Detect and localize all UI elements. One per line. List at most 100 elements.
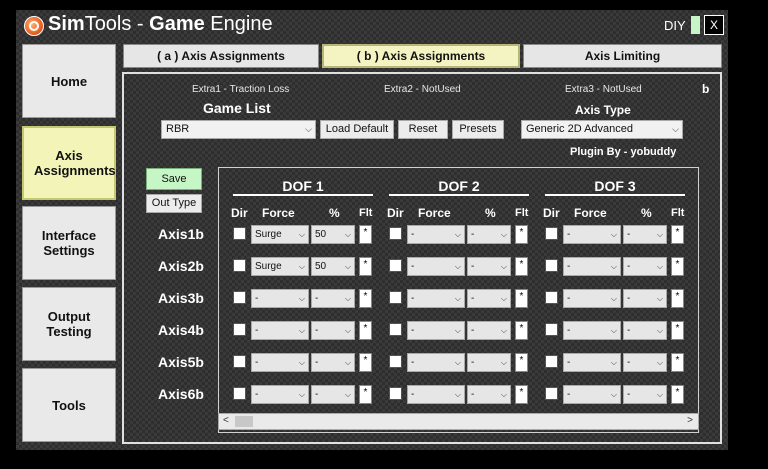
load-default-button[interactable]: Load Default bbox=[320, 120, 394, 139]
dir-checkbox[interactable] bbox=[545, 291, 558, 304]
filter-button[interactable]: * bbox=[515, 289, 528, 308]
dir-checkbox[interactable] bbox=[389, 259, 402, 272]
scroll-left-arrow-icon[interactable]: < bbox=[223, 415, 229, 426]
tab-axis-assignments-b[interactable]: ( b ) Axis Assignments bbox=[322, 44, 520, 68]
filter-button[interactable]: * bbox=[359, 321, 372, 340]
force-select[interactable]: - ⌵ bbox=[251, 289, 309, 308]
force-select[interactable]: - ⌵ bbox=[563, 289, 621, 308]
filter-button[interactable]: * bbox=[671, 257, 684, 276]
force-select[interactable]: - ⌵ bbox=[407, 289, 465, 308]
axis-type-select[interactable]: Generic 2D Advanced ⌵ bbox=[521, 120, 683, 139]
filter-button[interactable]: * bbox=[359, 353, 372, 372]
percent-select[interactable]: - ⌵ bbox=[623, 385, 667, 404]
chevron-down-icon: ⌵ bbox=[656, 358, 663, 367]
force-select[interactable]: Surge ⌵ bbox=[251, 257, 309, 276]
nav-axis-assignments-button[interactable]: Axis Assignments bbox=[22, 126, 116, 200]
filter-button[interactable]: * bbox=[671, 385, 684, 404]
filter-button[interactable]: * bbox=[671, 225, 684, 244]
force-select[interactable]: - ⌵ bbox=[407, 385, 465, 404]
percent-select[interactable]: - ⌵ bbox=[623, 353, 667, 372]
chevron-down-icon: ⌵ bbox=[344, 358, 351, 367]
scroll-thumb[interactable] bbox=[235, 416, 253, 427]
percent-select[interactable]: - ⌵ bbox=[623, 257, 667, 276]
save-button[interactable]: Save bbox=[146, 168, 202, 190]
percent-value: - bbox=[471, 325, 475, 336]
dir-checkbox[interactable] bbox=[389, 323, 402, 336]
out-type-button[interactable]: Out Type bbox=[146, 194, 202, 213]
force-select[interactable]: - ⌵ bbox=[251, 353, 309, 372]
percent-select[interactable]: - ⌵ bbox=[311, 321, 355, 340]
percent-select[interactable]: - ⌵ bbox=[623, 289, 667, 308]
percent-select[interactable]: 50 ⌵ bbox=[311, 257, 355, 276]
percent-select[interactable]: - ⌵ bbox=[467, 289, 511, 308]
filter-button[interactable]: * bbox=[359, 257, 372, 276]
dir-checkbox[interactable] bbox=[233, 259, 246, 272]
filter-button[interactable]: * bbox=[515, 385, 528, 404]
filter-button[interactable]: * bbox=[359, 385, 372, 404]
reset-button[interactable]: Reset bbox=[398, 120, 448, 139]
dir-checkbox[interactable] bbox=[545, 355, 558, 368]
dir-checkbox[interactable] bbox=[233, 355, 246, 368]
filter-button[interactable]: * bbox=[515, 321, 528, 340]
percent-select[interactable]: - ⌵ bbox=[467, 225, 511, 244]
dir-checkbox[interactable] bbox=[389, 387, 402, 400]
filter-button[interactable]: * bbox=[515, 257, 528, 276]
scroll-right-arrow-icon[interactable]: > bbox=[687, 415, 693, 426]
percent-select[interactable]: 50 ⌵ bbox=[311, 225, 355, 244]
percent-select[interactable]: - ⌵ bbox=[467, 321, 511, 340]
dir-checkbox[interactable] bbox=[545, 259, 558, 272]
dir-checkbox[interactable] bbox=[389, 355, 402, 368]
force-select[interactable]: - ⌵ bbox=[251, 385, 309, 404]
force-select[interactable]: - ⌵ bbox=[407, 321, 465, 340]
filter-button[interactable]: * bbox=[515, 225, 528, 244]
force-select[interactable]: - ⌵ bbox=[251, 321, 309, 340]
chevron-down-icon: ⌵ bbox=[610, 326, 617, 335]
force-select[interactable]: - ⌵ bbox=[563, 321, 621, 340]
dir-checkbox[interactable] bbox=[389, 291, 402, 304]
percent-select[interactable]: - ⌵ bbox=[467, 257, 511, 276]
force-select[interactable]: - ⌵ bbox=[563, 225, 621, 244]
percent-value: - bbox=[627, 389, 631, 400]
force-value: - bbox=[567, 325, 571, 336]
dir-checkbox[interactable] bbox=[233, 323, 246, 336]
filter-button[interactable]: * bbox=[359, 289, 372, 308]
chevron-down-icon: ⌵ bbox=[454, 358, 461, 367]
horizontal-scrollbar[interactable]: < > bbox=[218, 413, 699, 430]
nav-home-button[interactable]: Home bbox=[22, 44, 116, 118]
filter-button[interactable]: * bbox=[671, 289, 684, 308]
dir-checkbox[interactable] bbox=[545, 227, 558, 240]
percent-select[interactable]: - ⌵ bbox=[623, 225, 667, 244]
percent-select[interactable]: - ⌵ bbox=[311, 385, 355, 404]
dir-checkbox[interactable] bbox=[233, 227, 246, 240]
nav-output-testing-button[interactable]: Output Testing bbox=[22, 287, 116, 361]
percent-select[interactable]: - ⌵ bbox=[311, 353, 355, 372]
dir-checkbox[interactable] bbox=[233, 387, 246, 400]
tab-axis-limiting[interactable]: Axis Limiting bbox=[523, 44, 722, 68]
presets-button[interactable]: Presets bbox=[452, 120, 504, 139]
dir-checkbox[interactable] bbox=[233, 291, 246, 304]
dir-header: Dir bbox=[231, 206, 248, 220]
filter-button[interactable]: * bbox=[671, 321, 684, 340]
nav-interface-settings-button[interactable]: Interface Settings bbox=[22, 206, 116, 280]
game-list-select[interactable]: RBR ⌵ bbox=[161, 120, 316, 139]
percent-select[interactable]: - ⌵ bbox=[623, 321, 667, 340]
dir-checkbox[interactable] bbox=[389, 227, 402, 240]
force-select[interactable]: - ⌵ bbox=[563, 353, 621, 372]
force-select[interactable]: - ⌵ bbox=[407, 257, 465, 276]
percent-select[interactable]: - ⌵ bbox=[467, 385, 511, 404]
percent-select[interactable]: - ⌵ bbox=[467, 353, 511, 372]
filter-button[interactable]: * bbox=[515, 353, 528, 372]
filter-button[interactable]: * bbox=[671, 353, 684, 372]
force-select[interactable]: - ⌵ bbox=[563, 257, 621, 276]
nav-tools-button[interactable]: Tools bbox=[22, 368, 116, 442]
force-select[interactable]: Surge ⌵ bbox=[251, 225, 309, 244]
force-select[interactable]: - ⌵ bbox=[563, 385, 621, 404]
close-button[interactable]: X bbox=[704, 15, 724, 35]
tab-axis-assignments-a[interactable]: ( a ) Axis Assignments bbox=[123, 44, 319, 68]
filter-button[interactable]: * bbox=[359, 225, 372, 244]
force-select[interactable]: - ⌵ bbox=[407, 353, 465, 372]
percent-select[interactable]: - ⌵ bbox=[311, 289, 355, 308]
dir-checkbox[interactable] bbox=[545, 387, 558, 400]
dir-checkbox[interactable] bbox=[545, 323, 558, 336]
force-select[interactable]: - ⌵ bbox=[407, 225, 465, 244]
